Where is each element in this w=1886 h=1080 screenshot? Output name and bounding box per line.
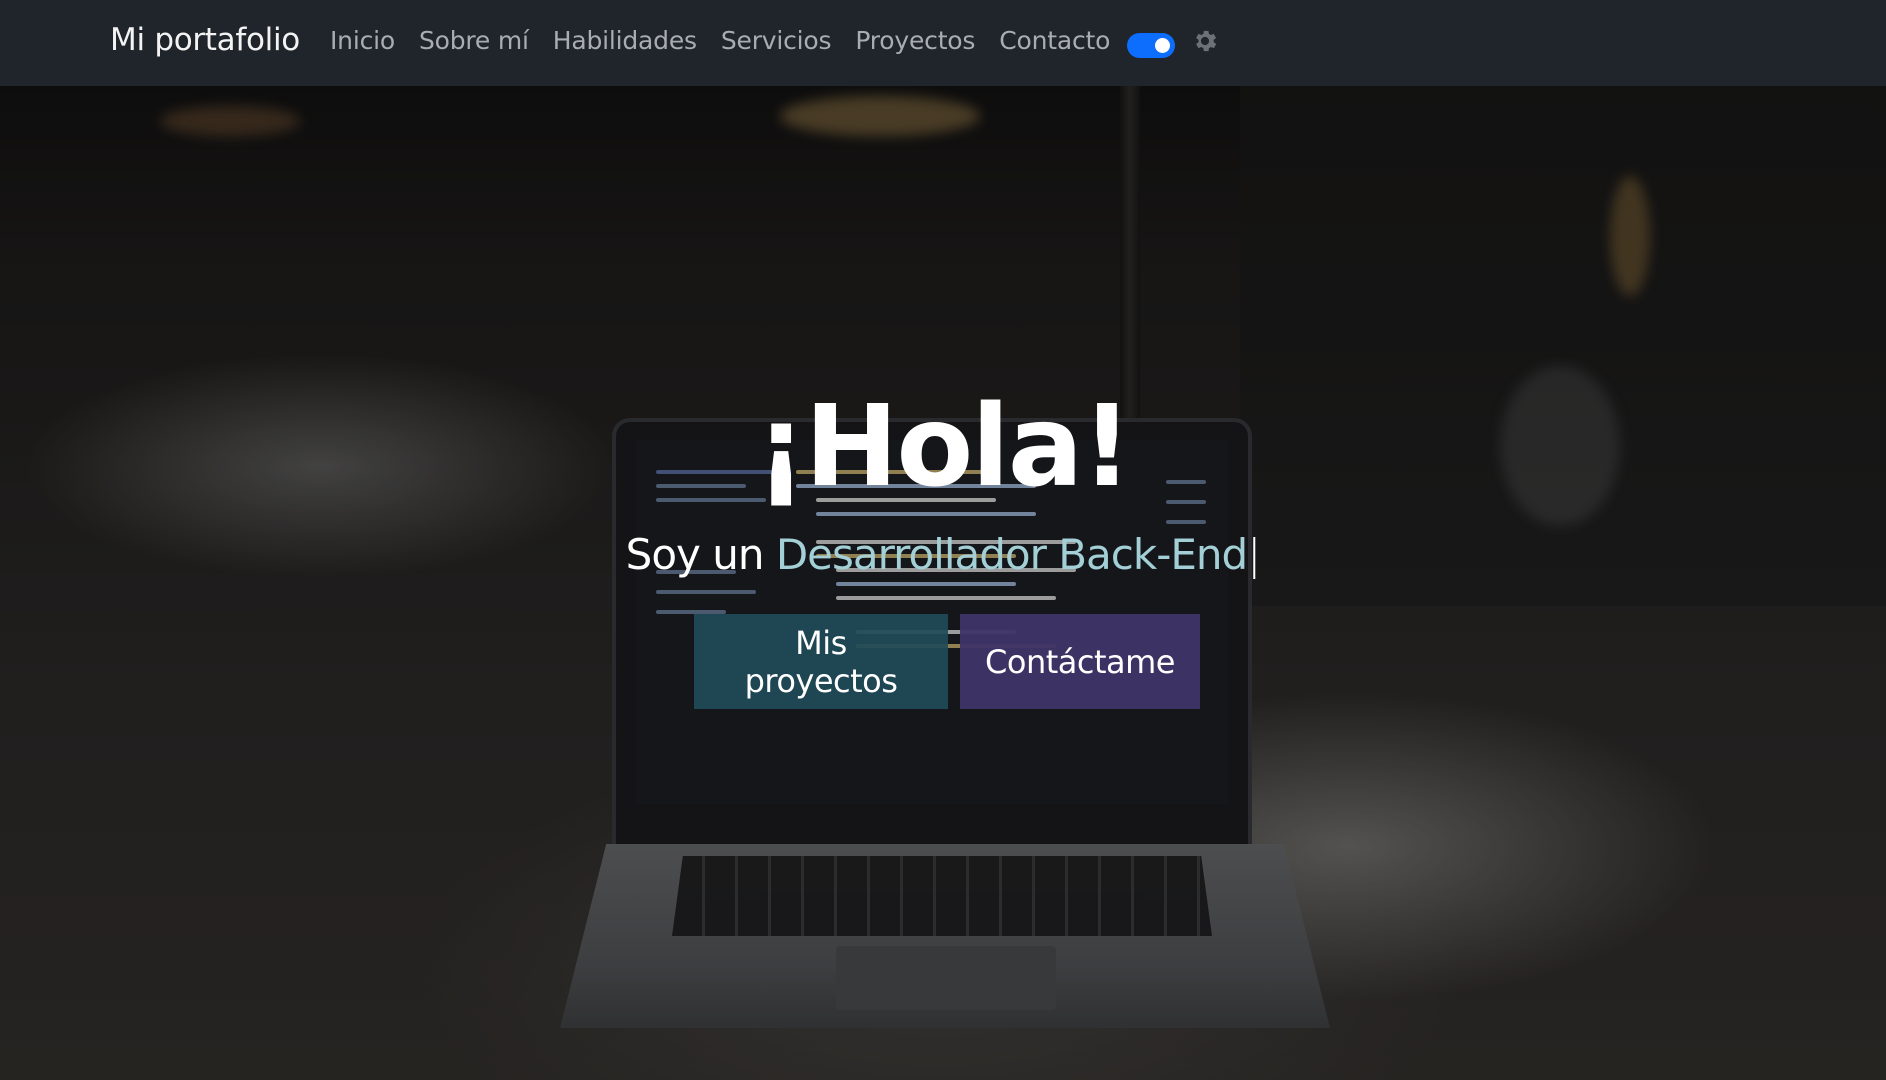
my-projects-button[interactable]: Mis proyectos xyxy=(694,614,948,709)
gear-icon[interactable] xyxy=(1191,27,1219,55)
nav-link-inicio[interactable]: Inicio xyxy=(330,26,395,55)
nav-link-contacto[interactable]: Contacto xyxy=(999,26,1110,55)
nav-link-habilidades[interactable]: Habilidades xyxy=(553,26,697,55)
hero-section xyxy=(0,86,1886,1080)
toggle-knob xyxy=(1155,38,1170,53)
theme-toggle[interactable] xyxy=(1127,33,1175,58)
nav-links: Inicio Sobre mí Habilidades Servicios Pr… xyxy=(330,26,1134,55)
nav-link-servicios[interactable]: Servicios xyxy=(721,26,832,55)
hero-title: ¡Hola! xyxy=(755,382,1133,512)
navbar: Mi portafolio Inicio Sobre mí Habilidade… xyxy=(0,0,1886,86)
typed-role-text: Desarrollador Back-End xyxy=(775,530,1248,579)
brand-link[interactable]: Mi portafolio xyxy=(110,22,300,58)
subtitle-prefix: Soy un xyxy=(625,530,776,579)
hero-buttons: Mis proyectos Contáctame xyxy=(694,614,1200,709)
contact-me-button[interactable]: Contáctame xyxy=(960,614,1200,709)
nav-link-proyectos[interactable]: Proyectos xyxy=(855,26,975,55)
typing-cursor: | xyxy=(1247,530,1261,579)
hero-subtitle: Soy un Desarrollador Back-End| xyxy=(0,530,1886,579)
nav-link-sobre-mi[interactable]: Sobre mí xyxy=(419,26,529,55)
page: Mi portafolio Inicio Sobre mí Habilidade… xyxy=(0,0,1886,1080)
